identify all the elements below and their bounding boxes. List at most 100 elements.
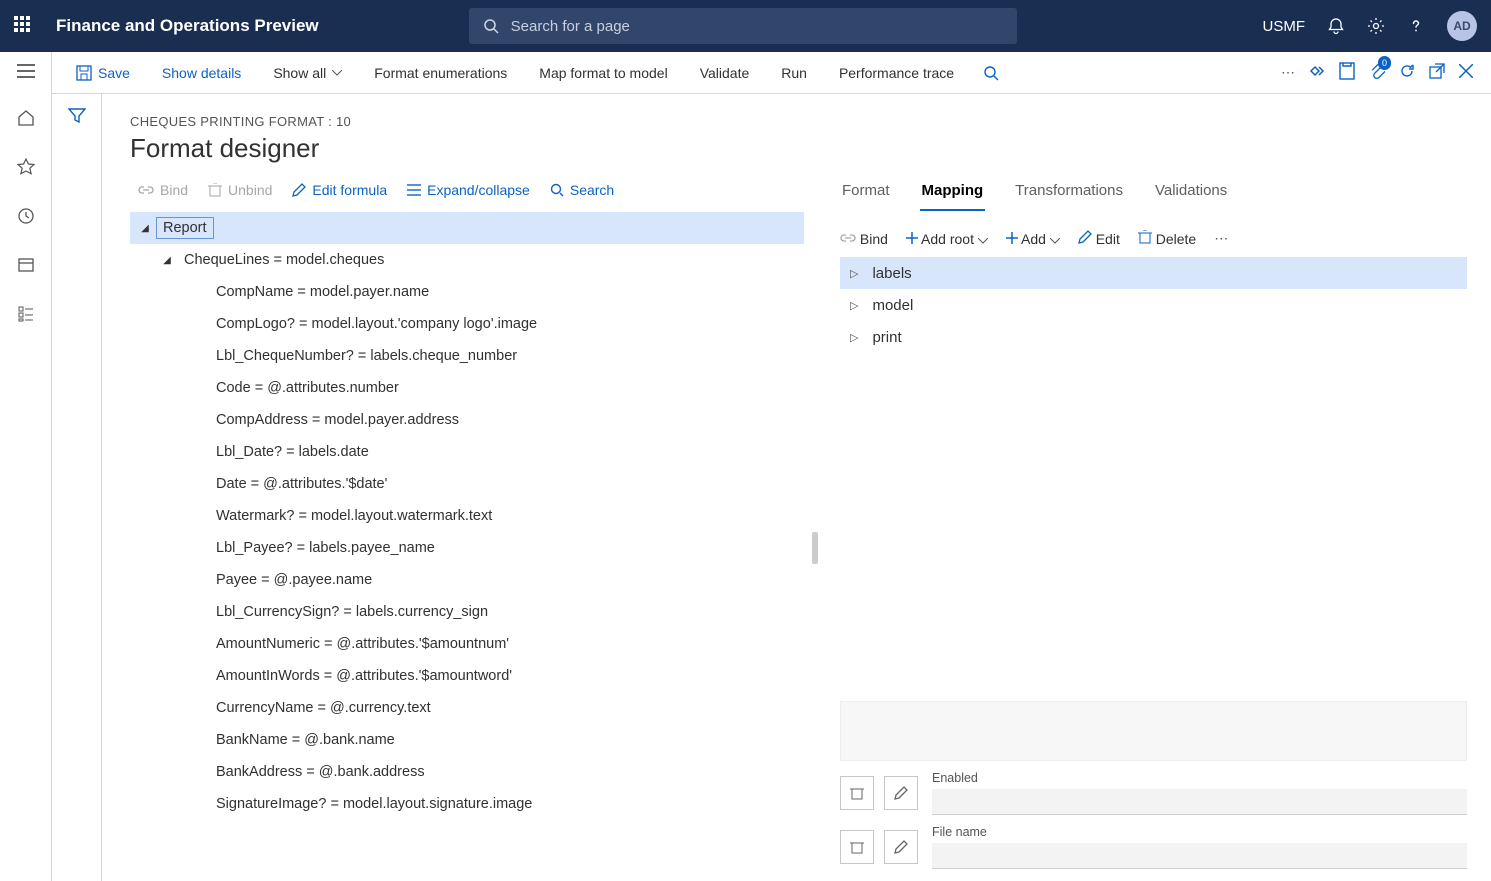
format-enumerations-button[interactable]: Format enumerations [360,52,521,94]
tree-row[interactable]: ▶Code = @.attributes.number [130,372,804,404]
expand-collapse-button[interactable]: Expand/collapse [407,182,530,198]
edit-button[interactable]: Edit [1078,230,1120,247]
workspace-icon[interactable] [17,256,35,277]
notification-icon[interactable] [1327,17,1345,35]
map-format-button[interactable]: Map format to model [525,52,681,94]
tree-node-label: Lbl_CurrencySign? = labels.currency_sign [210,602,494,622]
splitter-handle[interactable] [812,532,818,564]
format-tree[interactable]: ◢Report◢ChequeLines = model.cheques▶Comp… [130,212,810,881]
tree-row[interactable]: ▶CurrencyName = @.currency.text [130,692,804,724]
caret-icon[interactable]: ▷ [850,267,858,280]
filter-icon[interactable] [68,108,86,881]
star-icon[interactable] [17,158,35,179]
search-input[interactable] [511,18,1003,35]
search-icon [483,18,499,34]
performance-trace-button[interactable]: Performance trace [825,52,968,94]
tree-row[interactable]: ▶AmountInWords = @.attributes.'$amountwo… [130,660,804,692]
tab-transformations[interactable]: Transformations [1013,182,1125,211]
tab-validations[interactable]: Validations [1153,182,1229,211]
avatar[interactable]: AD [1447,11,1477,41]
add-label: Add [1021,231,1046,247]
tree-row[interactable]: ▶Lbl_ChequeNumber? = labels.cheque_numbe… [130,340,804,372]
global-search[interactable] [469,8,1017,44]
caret-icon[interactable]: ◢ [156,255,178,266]
close-icon[interactable] [1459,64,1473,81]
tree-node-label: AmountNumeric = @.attributes.'$amountnum… [210,634,515,654]
tree-row[interactable]: ◢Report [130,212,804,244]
tree-row[interactable]: ▶Lbl_CurrencySign? = labels.currency_sig… [130,596,804,628]
datasource-list: ▷ labels ▷ model ▷ print [840,257,1467,353]
tree-row[interactable]: ▶Lbl_Payee? = labels.payee_name [130,532,804,564]
add-root-button[interactable]: Add root [906,231,988,247]
gear-icon[interactable] [1367,17,1385,35]
app-launcher-icon[interactable] [14,16,34,36]
datasource-label: labels [872,265,911,282]
save-button[interactable]: Save [62,52,144,94]
attach-icon[interactable]: 0 [1369,62,1385,83]
office-icon[interactable] [1339,62,1355,83]
tree-row[interactable]: ▶BankAddress = @.bank.address [130,756,804,788]
caret-icon[interactable]: ▷ [850,299,858,312]
datasource-row[interactable]: ▷ print [840,321,1467,353]
chevron-down-icon [1050,238,1060,244]
tree-row[interactable]: ▶Watermark? = model.layout.watermark.tex… [130,500,804,532]
bind-label: Bind [160,182,188,198]
delete-button[interactable]: Delete [1138,230,1196,247]
tree-row[interactable]: ▶SignatureImage? = model.layout.signatur… [130,788,804,820]
show-all-label: Show all [273,65,326,81]
enabled-label: Enabled [932,771,1467,785]
caret-icon[interactable]: ◢ [134,223,156,234]
actionbar-search-icon[interactable] [972,65,1010,81]
tree-row[interactable]: ▶Payee = @.payee.name [130,564,804,596]
action-bar: Save Show details Show all Format enumer… [52,52,1491,94]
tree-row[interactable]: ▶CompLogo? = model.layout.'company logo'… [130,308,804,340]
tree-row[interactable]: ▶AmountNumeric = @.attributes.'$amountnu… [130,628,804,660]
filename-delete-icon[interactable] [840,830,874,864]
tree-row[interactable]: ◢ChequeLines = model.cheques [130,244,804,276]
caret-icon[interactable]: ▷ [850,331,858,344]
more-icon[interactable]: ⋯ [1281,64,1295,81]
company-code[interactable]: USMF [1263,18,1306,35]
edit-label: Edit [1096,231,1120,247]
enabled-input[interactable] [932,789,1467,815]
tab-mapping[interactable]: Mapping [920,182,986,211]
validate-button[interactable]: Validate [686,52,764,94]
perf-trace-label: Performance trace [839,65,954,81]
tab-format[interactable]: Format [840,182,892,211]
datasource-label: model [872,297,913,314]
add-button[interactable]: Add [1006,231,1060,247]
hamburger-icon[interactable] [17,64,35,81]
tree-row[interactable]: ▶Date = @.attributes.'$date' [130,468,804,500]
save-label: Save [98,65,130,81]
help-icon[interactable] [1407,17,1425,35]
tree-row[interactable]: ▶CompName = model.payer.name [130,276,804,308]
show-details-button[interactable]: Show details [148,52,255,94]
search-icon [550,183,564,197]
modules-icon[interactable] [17,305,35,326]
tree-row[interactable]: ▶Lbl_Date? = labels.date [130,436,804,468]
tree-node-label: CompLogo? = model.layout.'company logo'.… [210,314,543,334]
description-edit[interactable] [840,701,1467,761]
show-all-dropdown[interactable]: Show all [259,52,356,94]
datasource-row[interactable]: ▷ model [840,289,1467,321]
tree-search-button[interactable]: Search [550,182,614,198]
enabled-edit-icon[interactable] [884,776,918,810]
datasource-label: print [872,329,901,346]
mapping-more-icon[interactable]: ⋯ [1214,230,1228,247]
link-icon [840,232,856,244]
tree-row[interactable]: ▶CompAddress = model.payer.address [130,404,804,436]
filename-edit-icon[interactable] [884,830,918,864]
enabled-delete-icon[interactable] [840,776,874,810]
filename-input[interactable] [932,843,1467,869]
plus-icon [1006,232,1018,244]
popout-icon[interactable] [1429,63,1445,82]
refresh-icon[interactable] [1399,63,1415,82]
home-icon[interactable] [17,109,35,130]
extension-icon[interactable] [1309,63,1325,82]
edit-formula-button[interactable]: Edit formula [292,182,387,198]
trash-icon [208,183,222,197]
datasource-row[interactable]: ▷ labels [840,257,1467,289]
recent-icon[interactable] [17,207,35,228]
tree-row[interactable]: ▶BankName = @.bank.name [130,724,804,756]
run-button[interactable]: Run [767,52,821,94]
